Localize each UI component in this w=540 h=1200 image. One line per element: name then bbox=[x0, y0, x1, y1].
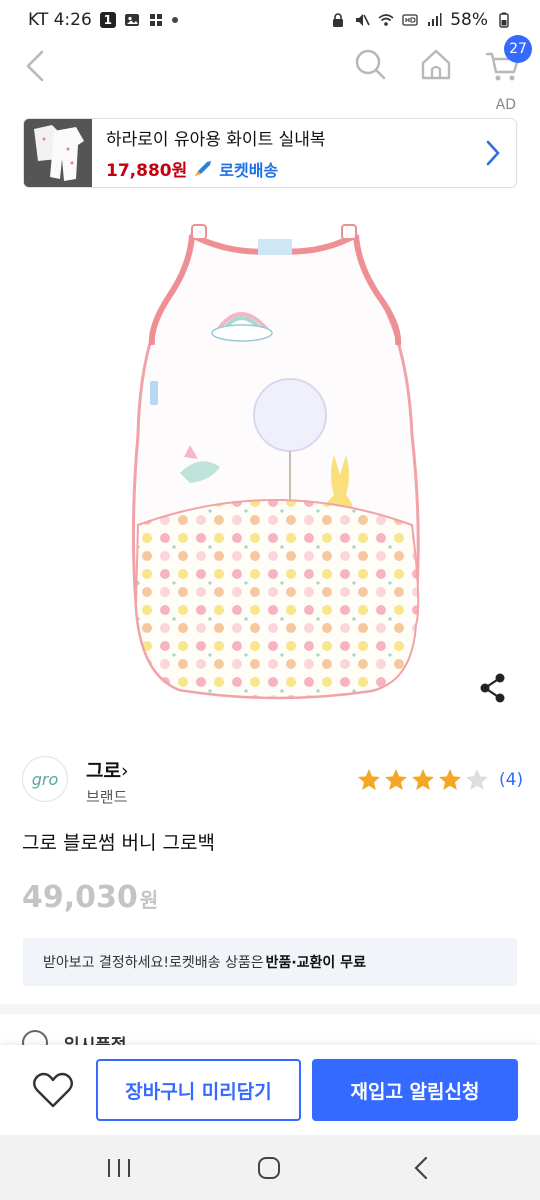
hd-icon bbox=[402, 14, 418, 26]
status-bar: KT 4:26 1 58% bbox=[0, 0, 540, 40]
mute-icon bbox=[356, 14, 370, 26]
app-header: 27 bbox=[0, 35, 540, 92]
rating-count: (4) bbox=[499, 770, 524, 790]
signal-icon bbox=[428, 13, 442, 26]
product-image[interactable] bbox=[120, 205, 430, 710]
return-notice: 받아보고 결정하세요!로켓배송 상품은 반품·교환이 무료 bbox=[23, 938, 517, 986]
heart-icon[interactable] bbox=[32, 1071, 74, 1109]
brand-name-link[interactable]: 그로› bbox=[86, 756, 129, 783]
product-title: 그로 블로썸 버니 그로백 bbox=[22, 832, 215, 854]
back-arrow-icon[interactable] bbox=[20, 48, 52, 84]
chevron-right-icon: › bbox=[120, 760, 129, 782]
product-price: 49,030 bbox=[22, 880, 138, 915]
chevron-right-icon bbox=[486, 140, 500, 166]
price-currency: 원 bbox=[139, 888, 159, 912]
home-nav-icon[interactable] bbox=[257, 1156, 281, 1180]
action-bar: 장바구니 미리담기 재입고 알림신청 bbox=[0, 1045, 540, 1135]
recents-icon[interactable] bbox=[106, 1157, 132, 1179]
ad-price: 17,880원 bbox=[106, 161, 188, 181]
battery-icon bbox=[499, 12, 509, 28]
star-filled-icon bbox=[385, 769, 407, 790]
price-block: 49,030 원 bbox=[22, 880, 158, 915]
brand-name: 그로 bbox=[86, 760, 121, 782]
cart-count-badge: 27 bbox=[504, 35, 532, 63]
brand-label: 브랜드 bbox=[86, 788, 128, 806]
gallery-icon bbox=[124, 14, 139, 26]
star-filled-icon bbox=[439, 769, 461, 790]
notice-strong: 반품·교환이 무료 bbox=[265, 955, 366, 971]
add-to-cart-button[interactable]: 장바구니 미리담기 bbox=[96, 1059, 301, 1121]
notification-badge: 1 bbox=[99, 12, 116, 28]
status-right: 58% bbox=[330, 10, 512, 30]
notice-text: 받아보고 결정하세요!로켓배송 상품은 bbox=[43, 955, 264, 971]
rocket-icon bbox=[195, 160, 212, 176]
home-icon[interactable] bbox=[418, 46, 454, 82]
rating[interactable]: (4) bbox=[356, 767, 523, 793]
status-left: KT 4:26 1 bbox=[28, 10, 178, 30]
ad-clothes-image bbox=[24, 119, 92, 187]
brand-logo[interactable]: gro bbox=[22, 756, 68, 802]
lock-icon bbox=[333, 13, 344, 27]
search-icon[interactable] bbox=[352, 46, 388, 82]
battery-percent: 58% bbox=[450, 10, 488, 30]
ad-text: 하라로이 유아용 화이트 실내복 17,880원 로켓배송 bbox=[106, 125, 326, 181]
ad-title: 하라로이 유아용 화이트 실내복 bbox=[106, 130, 326, 150]
restock-alert-button[interactable]: 재입고 알림신청 bbox=[312, 1059, 518, 1121]
brand-logo-text: gro bbox=[31, 769, 59, 789]
ad-sub: 17,880원 로켓배송 bbox=[106, 156, 326, 181]
star-filled-icon bbox=[412, 769, 434, 790]
section-divider bbox=[0, 1004, 540, 1014]
ad-label: AD bbox=[495, 97, 516, 113]
star-empty-icon bbox=[466, 769, 488, 790]
share-icon[interactable] bbox=[478, 672, 508, 704]
ad-thumbnail bbox=[24, 119, 92, 187]
grid-icon bbox=[149, 14, 162, 26]
carrier-time: KT 4:26 bbox=[28, 10, 92, 30]
system-nav-bar bbox=[0, 1135, 540, 1200]
more-dot-icon bbox=[171, 17, 178, 23]
back-nav-icon[interactable] bbox=[410, 1156, 434, 1180]
ad-delivery: 로켓배송 bbox=[219, 160, 279, 180]
ad-banner[interactable]: 하라로이 유아용 화이트 실내복 17,880원 로켓배송 bbox=[23, 118, 517, 188]
wifi-icon bbox=[378, 14, 394, 26]
star-filled-icon bbox=[358, 769, 380, 790]
